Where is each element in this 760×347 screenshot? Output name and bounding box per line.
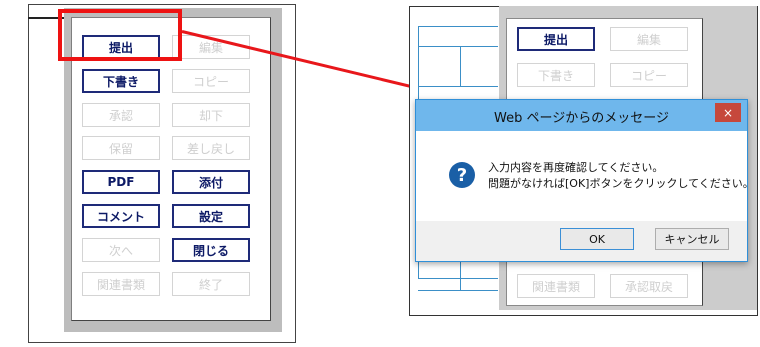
dialog-message-line1: 入力内容を再度確認してください。 — [488, 161, 664, 174]
left-button-14[interactable]: 閉じる — [172, 238, 250, 262]
tree-line — [418, 278, 498, 279]
left-button-16: 終了 — [172, 272, 250, 296]
ok-button[interactable]: OK — [560, 228, 634, 250]
highlight-box — [58, 9, 182, 61]
tree-line — [418, 46, 498, 47]
tree-line — [418, 290, 498, 291]
left-button-6: 却下 — [172, 103, 250, 127]
right-button-bottom-1: 関連書類 — [517, 274, 595, 298]
left-button-13: 次へ — [82, 238, 160, 262]
dialog-body: ? 入力内容を再度確認してください。 問題がなければ[OK]ボタンをクリックして… — [416, 131, 754, 221]
left-button-12[interactable]: 設定 — [172, 204, 250, 228]
left-button-3[interactable]: 下書き — [82, 69, 160, 93]
left-button-15: 関連書類 — [82, 272, 160, 296]
dialog-message-line2: 問題がなければ[OK]ボタンをクリックしてください。 — [488, 177, 754, 190]
tree-line — [460, 262, 461, 290]
tree-line — [460, 46, 461, 86]
left-button-5: 承認 — [82, 103, 160, 127]
left-button-10[interactable]: 添付 — [172, 170, 250, 194]
left-button-4: コピー — [172, 69, 250, 93]
right-button-top-3: 下書き — [517, 63, 595, 87]
tree-line — [418, 86, 498, 87]
dialog-title: Web ページからのメッセージ — [494, 111, 669, 126]
cancel-button[interactable]: キャンセル — [655, 228, 729, 250]
right-button-bottom-2: 承認取戻 — [610, 274, 688, 298]
close-icon: × — [722, 105, 734, 120]
right-button-top-1[interactable]: 提出 — [517, 27, 595, 51]
question-icon: ? — [449, 162, 475, 188]
close-button[interactable]: × — [715, 103, 741, 122]
left-button-11[interactable]: コメント — [82, 204, 160, 228]
left-button-9[interactable]: PDF — [82, 170, 160, 194]
right-button-top-4: コピー — [610, 63, 688, 87]
right-button-top-2: 編集 — [610, 27, 688, 51]
left-button-8: 差し戻し — [172, 136, 250, 160]
tree-line — [418, 26, 498, 27]
dialog-title-bar[interactable]: Web ページからのメッセージ × — [416, 100, 747, 131]
left-button-7: 保留 — [82, 136, 160, 160]
message-dialog: Web ページからのメッセージ × ? 入力内容を再度確認してください。 問題が… — [415, 99, 754, 262]
